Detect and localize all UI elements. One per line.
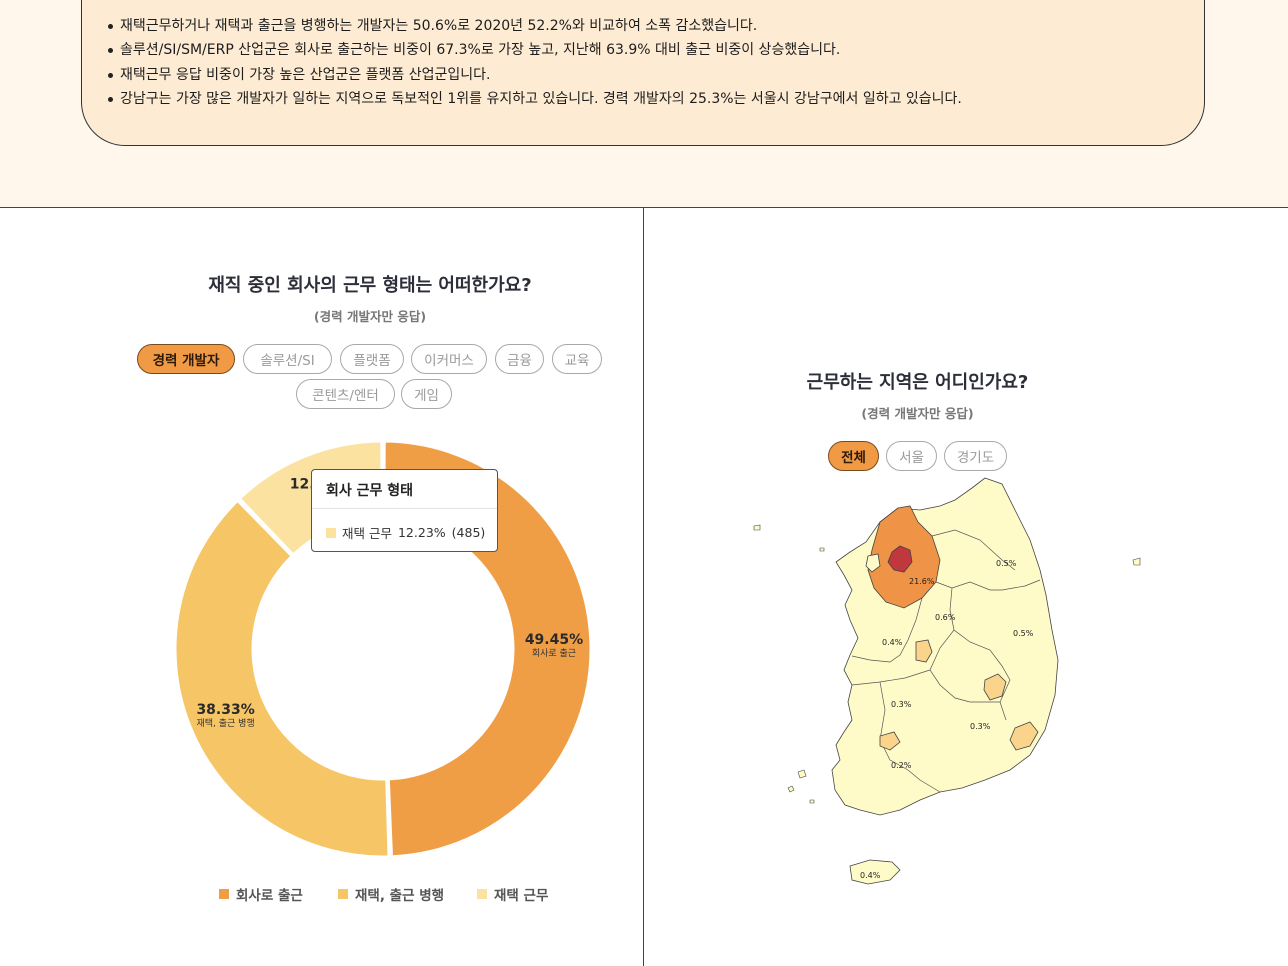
map-label: 0.4%	[860, 871, 881, 880]
legend-swatch	[477, 889, 487, 899]
region-title: 근무하는 지역은 어디인가요?	[806, 372, 1029, 393]
summary-bullet: 재택근무하거나 재택과 출근을 병행하는 개발자는 50.6%로 2020년 5…	[107, 14, 962, 38]
filter-chip-ecommerce[interactable]: 이커머스	[411, 344, 487, 374]
legend-item-remote[interactable]: 재택 근무	[477, 884, 548, 904]
filter-chip-experienced[interactable]: 경력 개발자	[137, 344, 235, 374]
chart-tooltip: 회사 근무 형태 재택 근무 12.23% (485)	[311, 469, 498, 552]
slice-value-label: 49.45%	[525, 632, 583, 648]
region-chip-seoul[interactable]: 서울	[886, 441, 937, 471]
summary-section: 재택근무하거나 재택과 출근을 병행하는 개발자는 50.6%로 2020년 5…	[0, 0, 1288, 208]
filter-chip-finance[interactable]: 금융	[495, 344, 544, 374]
summary-list: 재택근무하거나 재택과 출근을 병행하는 개발자는 50.6%로 2020년 5…	[107, 14, 962, 111]
map-label: 0.2%	[891, 761, 912, 770]
summary-bullet: 강남구는 가장 많은 개발자가 일하는 지역으로 독보적인 1위를 유지하고 있…	[107, 87, 962, 111]
summary-bullet: 재택근무 응답 비중이 가장 높은 산업군은 플랫폼 산업군입니다.	[107, 63, 962, 87]
slice-hybrid[interactable]	[173, 498, 391, 859]
filter-chip-game[interactable]: 게임	[401, 379, 452, 409]
tooltip-count: (485)	[451, 525, 486, 540]
region-chip-all[interactable]: 전체	[828, 441, 879, 471]
filter-chip-solution-si[interactable]: 솔루션/SI	[243, 344, 332, 374]
tooltip-title: 회사 근무 형태	[326, 483, 414, 499]
map-label: 0.5%	[1013, 629, 1034, 638]
filter-chip-platform[interactable]: 플랫폼	[340, 344, 404, 374]
slice-category-label: 재택, 출근 병행	[196, 717, 254, 729]
map-label: 0.3%	[970, 722, 991, 731]
tooltip-swatch	[326, 527, 336, 538]
tooltip-divider	[312, 508, 497, 509]
legend-item-hybrid[interactable]: 재택, 출근 병행	[338, 884, 444, 904]
map-label: 0.3%	[891, 700, 912, 709]
map-label: 21.6%	[909, 577, 935, 586]
tooltip-row: 재택 근무 12.23% (485)	[326, 523, 485, 542]
slice-value-label: 38.33%	[196, 702, 254, 718]
legend-item-office[interactable]: 회사로 출근	[219, 884, 303, 904]
filter-chip-education[interactable]: 교육	[552, 344, 602, 374]
tooltip-label: 재택 근무	[342, 526, 392, 541]
region-chip-gyeonggi[interactable]: 경기도	[944, 441, 1007, 471]
legend-label: 회사로 출근	[236, 888, 303, 904]
region-subtitle: (경력 개발자만 응답)	[861, 406, 974, 421]
korea-map: 21.6% 0.5% 0.6% 0.5% 0.4% 0.3% 0.3% 0.2%…	[753, 477, 1141, 885]
slice-category-label: 회사로 출근	[532, 648, 576, 659]
summary-bullet: 솔루션/SI/SM/ERP 산업군은 회사로 출근하는 비중이 67.3%로 가…	[107, 38, 962, 62]
tooltip-percent: 12.23%	[397, 525, 446, 540]
map-label: 0.6%	[935, 613, 956, 622]
map-mainland	[831, 477, 1059, 816]
summary-box: 재택근무하거나 재택과 출근을 병행하는 개발자는 50.6%로 2020년 5…	[81, 0, 1205, 146]
legend-swatch	[338, 889, 348, 899]
legend-label: 재택, 출근 병행	[355, 888, 445, 904]
work-type-title: 재직 중인 회사의 근무 형태는 어떠한가요?	[208, 275, 532, 296]
legend-label: 재택 근무	[494, 888, 549, 904]
map-label: 0.5%	[996, 559, 1017, 568]
work-type-subtitle: (경력 개발자만 응답)	[313, 309, 427, 324]
map-label: 0.4%	[882, 638, 903, 647]
legend-swatch	[219, 889, 229, 899]
filter-chip-content[interactable]: 콘텐츠/엔터	[296, 379, 395, 409]
